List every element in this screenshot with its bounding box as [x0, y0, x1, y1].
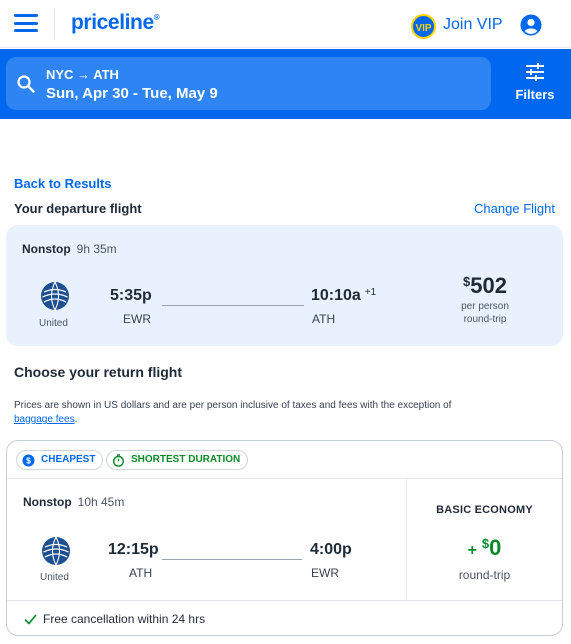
departure-heading: Your departure flight: [14, 201, 142, 216]
departure-flight-card: Nonstop 9h 35m United 5:35p EWR 10:10a +1 …: [6, 225, 563, 346]
departure-price-note: per person round-trip: [461, 301, 509, 325]
return-stops: Nonstop: [23, 495, 72, 509]
filters-button[interactable]: Filters: [510, 63, 560, 102]
badges-row: $ CHEAPEST SHORTEST DURATION: [7, 441, 562, 479]
departure-depart-airport: EWR: [123, 312, 151, 326]
search-summary-button[interactable]: NYC → ATH Sun, Apr 30 - Tue, May 9: [6, 57, 491, 110]
back-to-results-link[interactable]: Back to Results: [14, 176, 112, 191]
return-flight-card[interactable]: $ CHEAPEST SHORTEST DURATION Nonstop 10h …: [6, 440, 563, 636]
return-fare-note: round-trip: [458, 568, 511, 582]
filters-label: Filters: [515, 87, 555, 102]
departure-stops: Nonstop: [22, 242, 71, 256]
shortest-duration-badge: SHORTEST DURATION: [106, 450, 249, 470]
vip-badge-icon[interactable]: VIP: [411, 14, 436, 39]
svg-text:$: $: [26, 456, 31, 466]
return-depart-airport: ATH: [129, 566, 153, 580]
checkmark-icon: [24, 614, 37, 625]
return-duration: 10h 45m: [77, 495, 125, 509]
search-bar: NYC → ATH Sun, Apr 30 - Tue, May 9 Filte…: [0, 49, 571, 119]
departure-arrive-airport: ATH: [312, 312, 336, 326]
day-offset: +1: [364, 287, 377, 298]
return-arrive-airport: EWR: [311, 566, 339, 580]
united-airlines-globe-icon: [42, 536, 70, 566]
baggage-fees-link[interactable]: baggage fees: [14, 414, 75, 425]
free-cancellation-text: Free cancellation within 24 hrs: [43, 612, 206, 626]
hamburger-menu-icon[interactable]: [14, 14, 38, 32]
departure-flight-line: [162, 305, 304, 306]
route-label: NYC → ATH: [46, 67, 119, 82]
travel-dates: Sun, Apr 30 - Tue, May 9: [46, 85, 218, 102]
united-airlines-globe-icon: [41, 281, 69, 311]
cancellation-row: Free cancellation within 24 hrs: [7, 600, 562, 635]
return-depart-time: 12:15p: [108, 541, 159, 558]
header-divider: [54, 8, 55, 40]
search-icon: [17, 75, 35, 93]
priceline-logo[interactable]: priceline®: [71, 11, 160, 35]
join-vip-link[interactable]: Join VIP: [443, 16, 503, 34]
top-bar: priceline® VIP Join VIP: [0, 0, 571, 48]
return-fare-price: + $0: [467, 535, 502, 560]
cheapest-badge: $ CHEAPEST: [16, 450, 104, 470]
user-account-icon[interactable]: [520, 14, 542, 36]
fare-class-label: BASIC ECONOMY: [436, 504, 533, 516]
departure-depart-time: 5:35p: [110, 287, 152, 304]
stopwatch-icon: [112, 454, 125, 467]
dollar-coin-icon: $: [22, 454, 35, 467]
return-arrive-time: 4:00p: [310, 541, 352, 558]
change-flight-link[interactable]: Change Flight: [474, 201, 555, 216]
departure-airline: United: [39, 318, 68, 329]
return-flight-line: [162, 559, 302, 560]
return-airline: United: [40, 572, 69, 583]
departure-stops-row: Nonstop 9h 35m: [22, 242, 117, 256]
filters-icon: [526, 63, 544, 81]
departure-duration: 9h 35m: [76, 242, 117, 256]
return-stops-row: Nonstop 10h 45m: [23, 495, 124, 509]
departure-arrive-time: 10:10a +1: [311, 287, 377, 304]
departure-price: $502: [463, 273, 507, 298]
price-disclaimer: Prices are shown in US dollars and are p…: [14, 400, 452, 425]
return-heading: Choose your return flight: [14, 364, 182, 380]
